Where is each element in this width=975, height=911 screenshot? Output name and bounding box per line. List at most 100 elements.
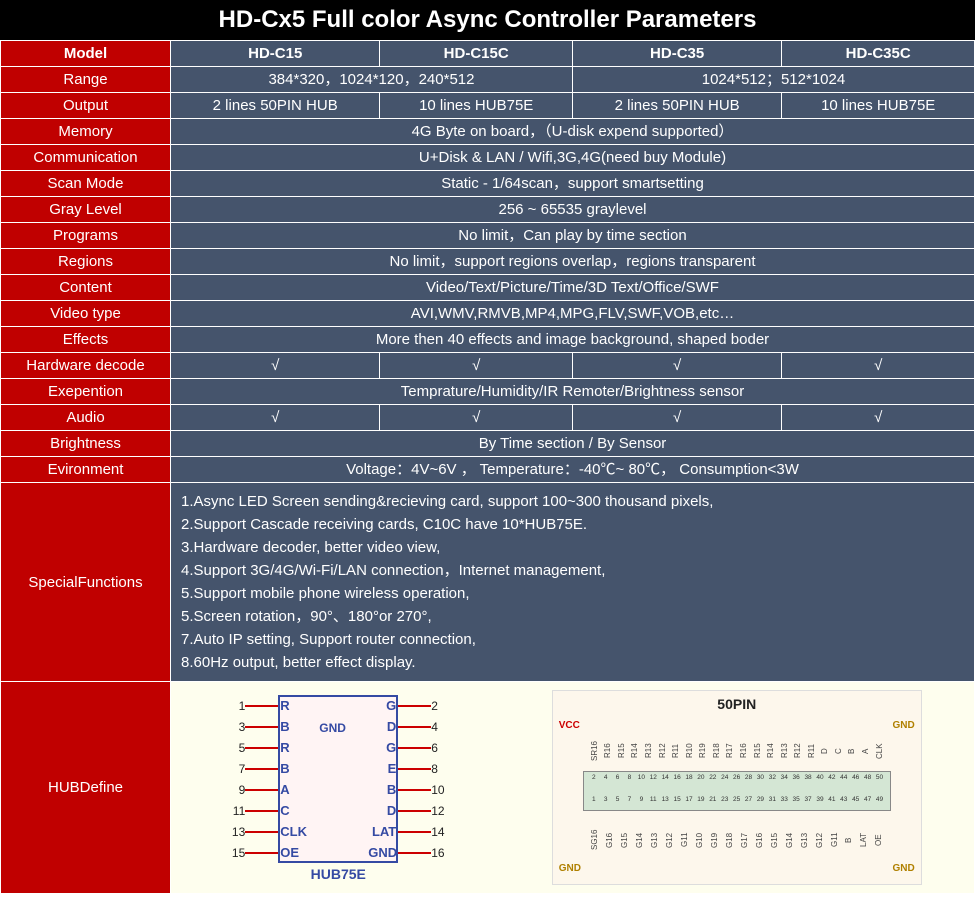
row-hubdef-label: HUBDefine <box>1 682 171 894</box>
pin50-label: 20 <box>696 773 706 782</box>
pin50-label: B <box>843 822 854 858</box>
hub75-rpin: 8 <box>431 761 453 778</box>
pin50-label: R16 <box>602 733 613 769</box>
hub75-caption: HUB75E <box>223 865 453 885</box>
row-range-v1: 384*320，1024*120，240*512 <box>171 67 573 93</box>
pin50-label: 38 <box>803 773 813 782</box>
hub75-rsig: G <box>368 739 398 757</box>
pin50-label: 3 <box>601 795 611 804</box>
pin50-label: 42 <box>827 773 837 782</box>
pin50-label: R19 <box>697 733 708 769</box>
pin50-label: 15 <box>672 795 682 804</box>
hub75-rpin: 4 <box>431 719 453 736</box>
pin50-label: G15 <box>619 822 630 858</box>
row-scan-label: Scan Mode <box>1 171 171 197</box>
pin50-label: 19 <box>696 795 706 804</box>
col-c15: HD-C15 <box>171 41 380 67</box>
hub75-lpin: 13 <box>223 824 245 841</box>
pin50-label: 8 <box>624 773 634 782</box>
row-hubdef-diagrams: 1RG23BD45RG67BE89AB1011CD1213CLKLAT1415O… <box>171 682 975 894</box>
pin50-label: R11 <box>806 733 817 769</box>
row-content-v: Video/Text/Picture/Time/3D Text/Office/S… <box>171 275 975 301</box>
pin50-label: 4 <box>601 773 611 782</box>
pin50-label: G11 <box>679 822 690 858</box>
pin50-label: 2 <box>589 773 599 782</box>
row-output-v4: 10 lines HUB75E <box>782 93 975 119</box>
pin50-label: G10 <box>694 822 705 858</box>
hub75-rpin: 6 <box>431 740 453 757</box>
pin50-label: G18 <box>724 822 735 858</box>
spec-table: Model HD-C15 HD-C15C HD-C35 HD-C35C Rang… <box>0 40 975 894</box>
page-title: HD-Cx5 Full color Async Controller Param… <box>0 0 975 40</box>
pin50-label: 26 <box>732 773 742 782</box>
pin50-label: C <box>833 733 844 769</box>
row-audio-v1: √ <box>171 405 380 431</box>
row-comm-label: Communication <box>1 145 171 171</box>
hub75-rpin: 16 <box>431 845 453 862</box>
pin50-label: 17 <box>684 795 694 804</box>
special-l1: 1.Async LED Screen sending&recieving car… <box>181 491 964 512</box>
hub75-lsig: C <box>278 802 308 820</box>
hub75-rpin: 10 <box>431 782 453 799</box>
hub75-lpin: 3 <box>223 719 245 736</box>
row-videotype-v: AVI,WMV,RMVB,MP4,MPG,FLV,SWF,VOB,etc… <box>171 301 975 327</box>
pin50-label: 11 <box>648 795 658 804</box>
pin50-diagram: 50PIN VCC GND GND GND SR16R16R15R14R13R1… <box>552 690 922 885</box>
pin50-label: 27 <box>744 795 754 804</box>
pin50-label: R15 <box>616 733 627 769</box>
header-model: Model <box>1 41 171 67</box>
row-gray-v: 256 ~ 65535 graylevel <box>171 197 975 223</box>
hub75-rsig: E <box>368 760 398 778</box>
col-c15c: HD-C15C <box>380 41 573 67</box>
pin50-label: G12 <box>814 822 825 858</box>
pin50-label: 46 <box>851 773 861 782</box>
row-memory-v: 4G Byte on board，（U-disk expend supporte… <box>171 119 975 145</box>
special-l5: 5.Support mobile phone wireless operatio… <box>181 583 964 604</box>
pin50-label: 24 <box>720 773 730 782</box>
row-gray-label: Gray Level <box>1 197 171 223</box>
row-programs-label: Programs <box>1 223 171 249</box>
pin50-label: 31 <box>767 795 777 804</box>
pin50-label: 30 <box>755 773 765 782</box>
row-effects-v: More then 40 effects and image backgroun… <box>171 327 975 353</box>
pin50-label: R13 <box>779 733 790 769</box>
pin50-label: 45 <box>851 795 861 804</box>
pin50-label: D <box>819 733 830 769</box>
hub75e-diagram: 1RG23BD45RG67BE89AB1011CD1213CLKLAT1415O… <box>223 690 453 885</box>
hub75-lpin: 1 <box>223 698 245 715</box>
hub75-lsig: B <box>278 718 308 736</box>
hub75-rsig: G <box>368 697 398 715</box>
pin50-label: 47 <box>863 795 873 804</box>
pin50-label: G19 <box>709 822 720 858</box>
hub75-rsig: GND <box>368 844 398 862</box>
pin50-label: R14 <box>765 733 776 769</box>
pin50-label: 1 <box>589 795 599 804</box>
pin50-label: LAT <box>858 822 869 858</box>
pin50-label: 41 <box>827 795 837 804</box>
row-env-label: Evironment <box>1 457 171 483</box>
pin50-label: G13 <box>649 822 660 858</box>
pin50-label: 10 <box>636 773 646 782</box>
pin50-gnd-br: GND <box>893 862 915 876</box>
pin50-label: 50 <box>875 773 885 782</box>
pin50-label: SG16 <box>589 822 600 858</box>
pin50-label: 18 <box>684 773 694 782</box>
pin50-gnd-bl: GND <box>559 862 581 876</box>
special-l3: 3.Hardware decoder, better video view, <box>181 537 964 558</box>
pin50-label: 29 <box>755 795 765 804</box>
pin50-label: 6 <box>613 773 623 782</box>
row-videotype-label: Video type <box>1 301 171 327</box>
row-exp-label: Exepention <box>1 379 171 405</box>
row-scan-v: Static - 1/64scan，support smartsetting <box>171 171 975 197</box>
pin50-label: 22 <box>708 773 718 782</box>
row-output-label: Output <box>1 93 171 119</box>
row-exp-v: Temprature/Humidity/IR Remoter/Brightnes… <box>171 379 975 405</box>
row-range-label: Range <box>1 67 171 93</box>
special-l8: 8.60Hz output, better effect display. <box>181 652 964 673</box>
hub75-lsig: OE <box>278 844 308 862</box>
row-output-v2: 10 lines HUB75E <box>380 93 573 119</box>
pin50-label: R16 <box>738 733 749 769</box>
pin50-label: G14 <box>634 822 645 858</box>
pin50-label: G12 <box>664 822 675 858</box>
pin50-label: CLK <box>874 733 885 769</box>
